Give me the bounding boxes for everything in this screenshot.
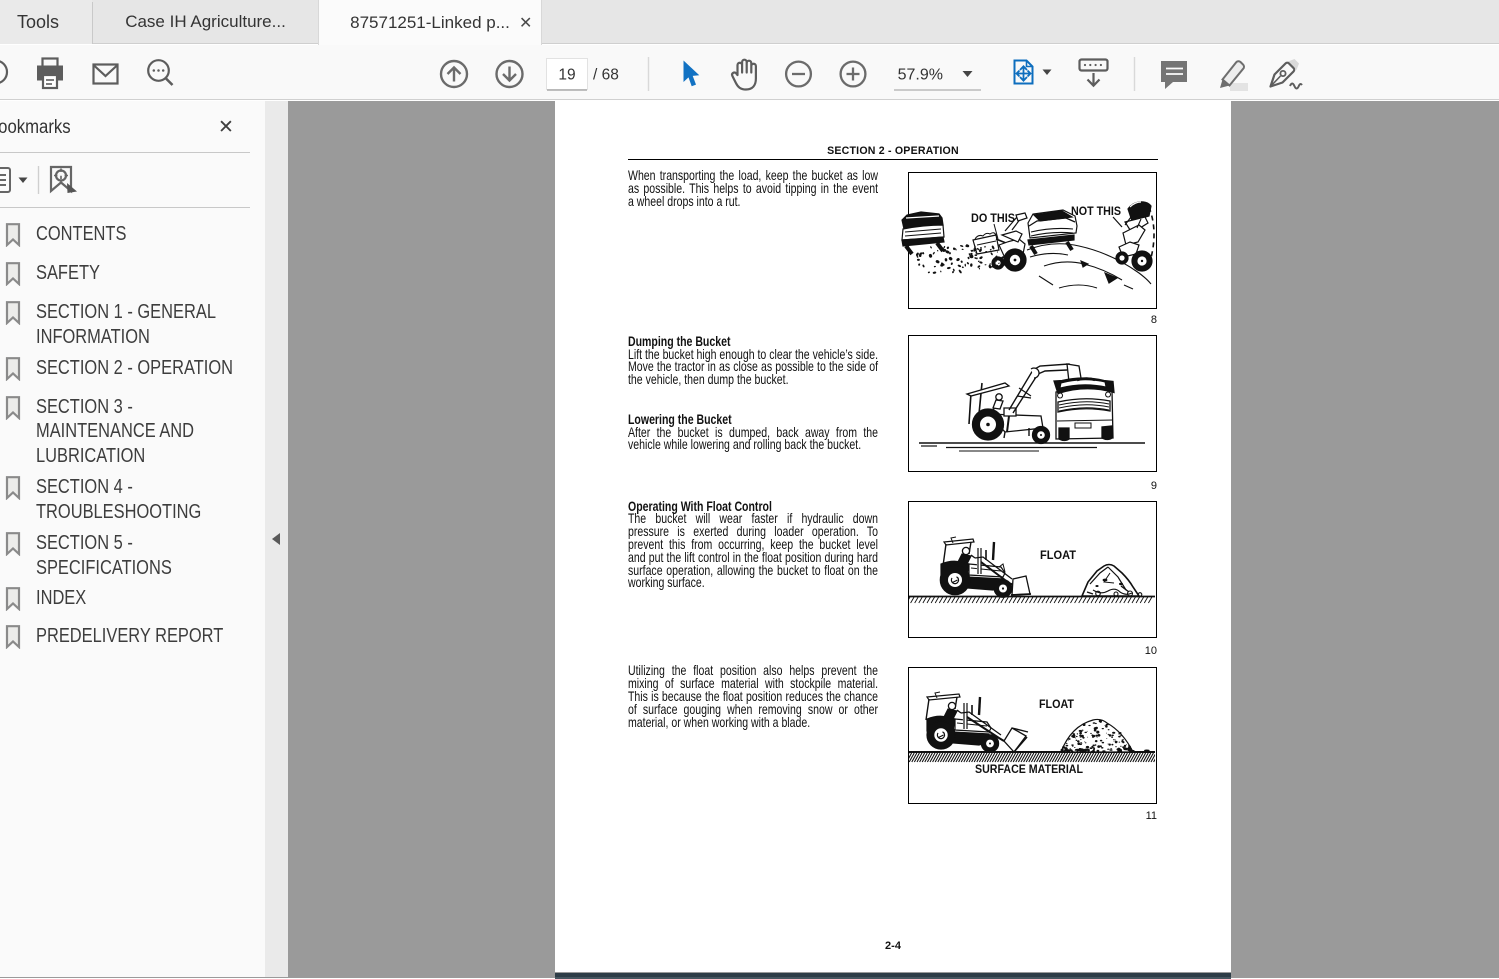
svg-text:FLOAT: FLOAT bbox=[1039, 699, 1074, 711]
svg-text:19: 19 bbox=[558, 67, 575, 84]
svg-text:NOT THIS: NOT THIS bbox=[1071, 206, 1121, 218]
svg-text:FLOAT: FLOAT bbox=[1040, 550, 1076, 562]
svg-text:57.9%: 57.9% bbox=[898, 67, 943, 84]
svg-text:SURFACE MATERIAL: SURFACE MATERIAL bbox=[975, 762, 1083, 776]
svg-text:/ 68: / 68 bbox=[593, 67, 619, 84]
svg-text:DO THIS: DO THIS bbox=[971, 213, 1015, 225]
